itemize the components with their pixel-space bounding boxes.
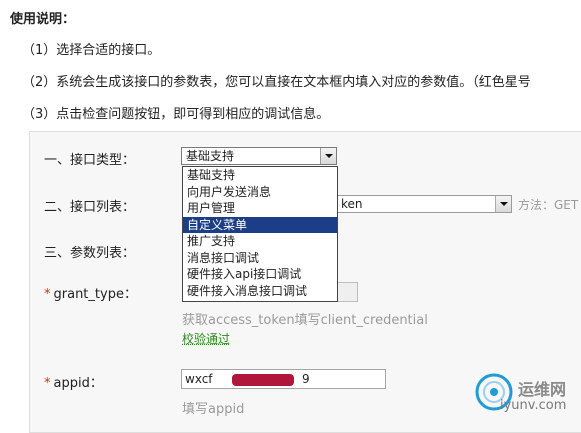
appid-label: * appid：: [44, 372, 103, 391]
dropdown-option[interactable]: 硬件接入消息接口调试: [183, 283, 337, 300]
grant-type-check-status: 校验通过: [182, 332, 231, 346]
param-list-label: 三、参数列表：: [44, 246, 136, 261]
interface-list-value: ken: [341, 197, 363, 211]
dropdown-option[interactable]: 消息接口调试: [183, 250, 337, 267]
appid-hint: 填写appid: [182, 402, 245, 417]
interface-list-label: 二、接口列表：: [44, 200, 136, 215]
dropdown-option[interactable]: 向用户发送消息: [183, 184, 337, 201]
required-mark: *: [44, 287, 51, 302]
interface-list-dropdown-button[interactable]: [495, 196, 511, 212]
interface-type-label: 一、接口类型：: [44, 153, 136, 168]
required-mark: *: [44, 376, 51, 391]
dropdown-option[interactable]: 推广支持: [183, 233, 337, 250]
grant-type-hint: 获取access_token填写client_credential: [182, 313, 428, 328]
interface-list-select[interactable]: ken: [336, 195, 512, 213]
watermark-en: iyunv.com: [500, 398, 567, 413]
grant-type-input[interactable]: [336, 282, 358, 302]
dropdown-option[interactable]: 硬件接入api接口调试: [183, 266, 337, 283]
chevron-down-icon: [499, 202, 508, 206]
grant-type-label-text: grant_type：: [53, 287, 137, 302]
instruction-line-1: （1）选择合适的接口。: [22, 43, 161, 58]
appid-value-tail: 9: [302, 372, 310, 386]
interface-type-dropdown-button[interactable]: [320, 148, 336, 164]
interface-type-dropdown-list: 基础支持 向用户发送消息 用户管理 自定义菜单 推广支持 消息接口调试 硬件接入…: [182, 166, 338, 302]
dropdown-option-highlighted[interactable]: 自定义菜单: [183, 216, 337, 233]
instruction-line-3: （3）点击检查问题按钮，即可得到相应的调试信息。: [22, 107, 330, 122]
method-label: 方法：GET: [518, 198, 579, 212]
instruction-line-2: （2）系统会生成该接口的参数表，您可以直接在文本框内填入对应的参数值。（红色星号: [22, 75, 531, 90]
interface-type-value: 基础支持: [186, 149, 235, 163]
instructions-title: 使用说明：: [10, 12, 76, 27]
grant-type-label: * grant_type：: [44, 283, 137, 302]
dropdown-option[interactable]: 基础支持: [183, 167, 337, 184]
watermark-cn: 运维网: [518, 380, 567, 399]
redaction-mark: [232, 374, 294, 386]
appid-value-head: wxcf: [185, 372, 213, 386]
chevron-down-icon: [324, 154, 333, 158]
dropdown-option[interactable]: 用户管理: [183, 200, 337, 217]
appid-label-text: appid：: [53, 376, 103, 391]
interface-type-select[interactable]: 基础支持: [181, 147, 337, 165]
